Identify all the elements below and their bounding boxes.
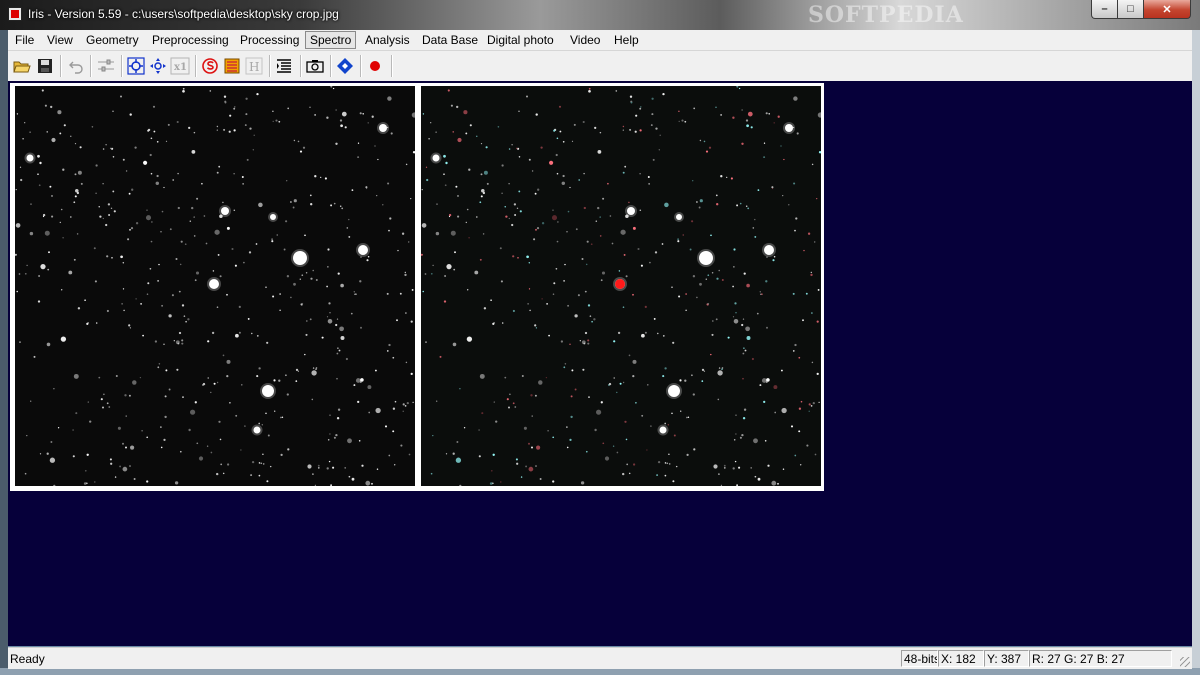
- histogram-button[interactable]: H: [244, 56, 264, 76]
- menu-spectro[interactable]: Spectro: [305, 31, 357, 49]
- palette-button[interactable]: [222, 56, 242, 76]
- selection-marker[interactable]: [615, 279, 625, 289]
- image-workspace[interactable]: [8, 81, 1192, 646]
- watermark-text: SOFTPEDIA: [808, 2, 964, 28]
- y-coordinate: Y: 387: [984, 650, 1029, 667]
- app-icon[interactable]: [8, 7, 22, 21]
- settings-button[interactable]: [96, 56, 116, 76]
- undo-icon: [69, 61, 83, 74]
- title-bar: Iris - Version 5.59 - c:\users\softpedia…: [0, 0, 1200, 30]
- menu-data-base[interactable]: Data Base: [418, 32, 482, 48]
- status-message: Ready: [10, 652, 45, 666]
- diamond-icon: [337, 58, 353, 74]
- menu-view[interactable]: View: [43, 32, 77, 48]
- menu-processing[interactable]: Processing: [236, 32, 303, 48]
- diamond-button[interactable]: [335, 56, 355, 76]
- camera-icon: [306, 60, 324, 73]
- star-field-grayscale: [15, 86, 415, 486]
- maximize-button[interactable]: □: [1117, 0, 1144, 19]
- bit-depth-indicator: 48-bits: [901, 650, 938, 667]
- menu-geometry[interactable]: Geometry: [82, 32, 143, 48]
- open-button[interactable]: [12, 56, 32, 76]
- toolbar: x1 H: [8, 51, 1192, 82]
- settings-sliders-icon: [98, 59, 114, 72]
- toolbar-separator: [330, 55, 332, 77]
- threshold-icon: [202, 58, 218, 74]
- menu-bar: File View Geometry Preprocessing Process…: [8, 30, 1192, 51]
- menu-preprocessing[interactable]: Preprocessing: [148, 32, 233, 48]
- record-button[interactable]: [365, 56, 385, 76]
- threshold-button[interactable]: [200, 56, 220, 76]
- color-sky-image[interactable]: [421, 86, 821, 486]
- histogram-icon: H: [245, 57, 263, 75]
- toolbar-separator: [269, 55, 271, 77]
- rgb-readout: R: 27 G: 27 B: 27: [1029, 650, 1172, 667]
- menu-video[interactable]: Video: [566, 32, 604, 48]
- open-folder-icon: [13, 61, 31, 73]
- zoom-out-icon: [150, 58, 166, 74]
- save-disk-icon: [38, 59, 52, 73]
- zoom-in-icon: [127, 57, 145, 75]
- camera-button[interactable]: [305, 56, 325, 76]
- toolbar-separator: [90, 55, 92, 77]
- menu-help[interactable]: Help: [610, 32, 643, 48]
- window-frame-left: [0, 30, 8, 675]
- window-frame-bottom: [0, 668, 1200, 675]
- status-bar: Ready 48-bits X: 182 Y: 387 R: 27 G: 27 …: [8, 647, 1192, 669]
- minimize-button[interactable]: –: [1091, 0, 1118, 19]
- close-button[interactable]: ✕: [1143, 0, 1191, 19]
- save-button[interactable]: [35, 56, 55, 76]
- list-icon: [277, 59, 291, 73]
- undo-button[interactable]: [66, 56, 86, 76]
- image-window: [10, 83, 824, 491]
- resize-grip[interactable]: [1180, 657, 1190, 667]
- grayscale-sky-image[interactable]: [15, 86, 415, 486]
- menu-file[interactable]: File: [11, 32, 38, 48]
- svg-text:H: H: [249, 60, 259, 74]
- toolbar-separator: [360, 55, 362, 77]
- zoom-x1-button[interactable]: x1: [170, 56, 190, 76]
- star-field-color: [421, 86, 821, 486]
- toolbar-separator: [195, 55, 197, 77]
- palette-icon: [224, 58, 240, 74]
- toolbar-separator: [300, 55, 302, 77]
- red-dot-icon: [370, 61, 380, 71]
- toolbar-separator: [121, 55, 123, 77]
- list-button[interactable]: [274, 56, 294, 76]
- menu-digital-photo[interactable]: Digital photo: [483, 32, 558, 48]
- toolbar-separator: [391, 55, 393, 77]
- zoom-in-button[interactable]: [126, 56, 146, 76]
- menu-analysis[interactable]: Analysis: [361, 32, 414, 48]
- x-coordinate: X: 182: [938, 650, 984, 667]
- svg-text:x1: x1: [174, 62, 187, 73]
- zoom-x1-icon: x1: [170, 57, 190, 75]
- zoom-out-button[interactable]: [148, 56, 168, 76]
- toolbar-separator: [60, 55, 62, 77]
- window-title: Iris - Version 5.59 - c:\users\softpedia…: [28, 7, 339, 21]
- window-frame-right: [1192, 30, 1200, 675]
